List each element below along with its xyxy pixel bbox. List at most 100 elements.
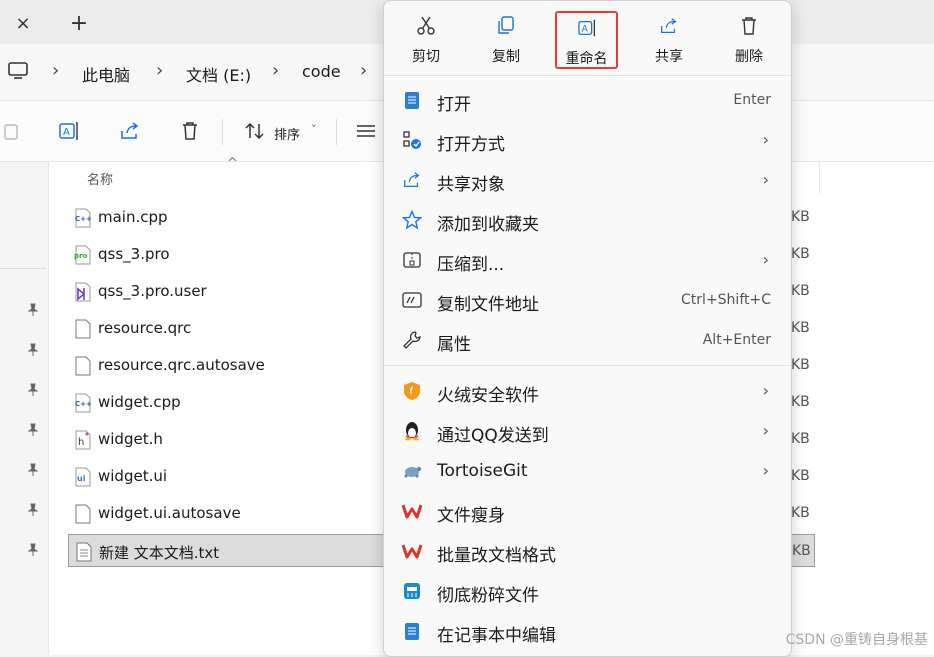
notepad-icon <box>405 623 419 640</box>
computer-icon[interactable] <box>8 62 28 80</box>
menu-item-open[interactable]: 打开 Enter <box>384 80 791 120</box>
menu-item-label: 共享对象 <box>437 175 505 195</box>
menu-item-shred-file[interactable]: 彻底粉碎文件 <box>384 571 791 611</box>
pin-icon[interactable] <box>26 463 40 477</box>
delete-label: 删除 <box>735 49 763 65</box>
shredder-icon <box>404 583 420 599</box>
menu-item-label: 彻底粉碎文件 <box>437 586 539 606</box>
file-size: KB <box>792 543 811 559</box>
menu-item-label: 打开 <box>437 95 471 115</box>
qq-penguin-icon <box>405 422 419 441</box>
breadcrumb-this-pc[interactable]: 此电脑 <box>82 62 130 86</box>
rename-icon[interactable]: A <box>58 119 82 143</box>
menu-item-send-qq[interactable]: 通过QQ发送到 › <box>384 411 791 451</box>
delete-icon[interactable] <box>178 119 202 143</box>
menu-item-copy-path[interactable]: 复制文件地址 Ctrl+Shift+C <box>384 280 791 320</box>
pin-icon[interactable] <box>26 343 40 357</box>
share-icon <box>404 172 420 187</box>
chevron-right-icon: › <box>762 461 769 480</box>
file-name: 新建 文本文档.txt <box>99 544 220 562</box>
menu-item-open-with[interactable]: 打开方式 › <box>384 120 791 160</box>
delete-button[interactable]: 删除 <box>718 11 780 69</box>
pin-icon[interactable] <box>26 423 40 437</box>
pin-icon[interactable] <box>26 503 40 517</box>
open-with-icon <box>403 131 421 149</box>
menu-item-label: 火绒安全软件 <box>437 386 539 406</box>
menu-item-label: 属性 <box>437 335 471 355</box>
menu-item-tortoisegit[interactable]: TortoiseGit › <box>384 451 791 491</box>
sort-button[interactable]: 排序 <box>274 124 300 143</box>
file-name: main.cpp <box>98 208 168 226</box>
file-name: widget.cpp <box>98 393 181 411</box>
paste-icon[interactable] <box>0 119 24 143</box>
star-icon <box>402 210 422 230</box>
pin-icon[interactable] <box>26 543 40 557</box>
shortcut-label: Enter <box>733 92 771 108</box>
file-name: qss_3.pro <box>98 245 170 263</box>
menu-separator <box>384 365 791 366</box>
file-name: resource.qrc <box>98 319 192 337</box>
tortoisegit-icon <box>404 467 421 478</box>
file-icon <box>75 504 91 524</box>
share-icon <box>661 18 677 33</box>
chevron-right-icon: › <box>52 60 60 81</box>
sort-caret-icon: ^ <box>227 156 238 171</box>
file-name: resource.qrc.autosave <box>98 356 265 374</box>
menu-item-label: TortoiseGit <box>437 461 528 481</box>
pin-icon[interactable] <box>26 383 40 397</box>
navigation-pane <box>0 162 49 655</box>
menu-item-label: 在记事本中编辑 <box>437 626 556 646</box>
menu-item-properties[interactable]: 属性 Alt+Enter <box>384 320 791 360</box>
file-size: KB <box>791 246 810 262</box>
chevron-right-icon: › <box>762 381 769 400</box>
notepad-icon <box>405 92 419 109</box>
text-file-icon <box>76 542 92 562</box>
view-icon[interactable] <box>354 119 378 143</box>
copy-path-icon <box>402 292 422 308</box>
chevron-right-icon: › <box>156 60 164 81</box>
copy-button[interactable]: 复制 <box>475 11 537 69</box>
breadcrumb-documents-drive[interactable]: 文档 (E:) <box>186 62 251 86</box>
share-button[interactable]: 共享 <box>638 11 700 69</box>
sort-icon[interactable] <box>243 119 267 143</box>
menu-item-huorong[interactable]: 火绒安全软件 › <box>384 371 791 411</box>
menu-item-add-favorites[interactable]: 添加到收藏夹 <box>384 200 791 240</box>
menu-item-slim-file[interactable]: 文件瘦身 <box>384 491 791 531</box>
new-tab-icon[interactable]: + <box>62 8 96 38</box>
rename-label: 重命名 <box>565 51 608 67</box>
rename-icon: A <box>578 19 595 37</box>
watermark: CSDN @重铸自身根基 <box>785 632 928 648</box>
menu-item-label: 文件瘦身 <box>437 506 505 526</box>
rename-button[interactable]: A 重命名 <box>555 11 618 69</box>
svg-text:h: h <box>78 437 84 448</box>
pin-icon[interactable] <box>26 303 40 317</box>
trash-icon <box>742 17 756 35</box>
file-size: KB <box>791 320 810 336</box>
cut-button[interactable]: 剪切 <box>395 11 457 69</box>
close-tab-icon[interactable]: × <box>6 8 40 38</box>
chevron-right-icon: › <box>762 421 769 440</box>
cpp-file-icon: C++ <box>75 208 92 228</box>
copy-icon <box>498 16 514 34</box>
file-name: widget.ui <box>98 467 168 485</box>
file-size: KB <box>791 394 810 410</box>
file-size: KB <box>791 209 810 225</box>
menu-item-label: 通过QQ发送到 <box>437 426 549 446</box>
menu-item-edit-notepad[interactable]: 在记事本中编辑 <box>384 611 791 651</box>
pro-file-icon: pro <box>74 245 91 265</box>
svg-text:A: A <box>63 127 70 138</box>
menu-item-share-with[interactable]: 共享对象 › <box>384 160 791 200</box>
menu-item-batch-convert[interactable]: 批量改文档格式 <box>384 531 791 571</box>
chevron-down-icon: ˅ <box>311 123 317 136</box>
breadcrumb-code[interactable]: code <box>302 62 341 81</box>
svg-text:C++: C++ <box>75 400 92 408</box>
chevron-right-icon: › <box>762 250 769 269</box>
share-label: 共享 <box>655 49 683 65</box>
menu-item-label: 打开方式 <box>437 135 505 155</box>
share-icon[interactable] <box>118 119 142 143</box>
chevron-right-icon: › <box>762 170 769 189</box>
file-size: KB <box>791 357 810 373</box>
shortcut-label: Alt+Enter <box>702 332 771 348</box>
column-header-name[interactable]: 名称 <box>87 169 113 188</box>
menu-item-compress[interactable]: 压缩到... › <box>384 240 791 280</box>
